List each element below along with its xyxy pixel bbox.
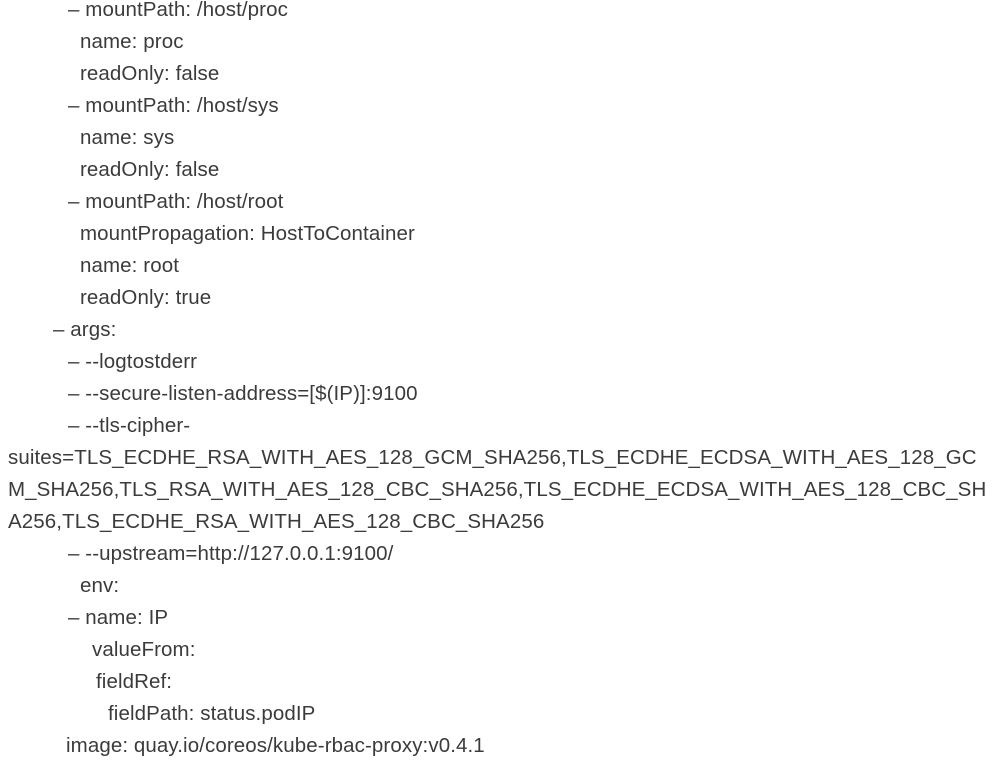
yaml-indent — [8, 570, 80, 602]
yaml-line: fieldRef: — [0, 666, 992, 698]
yaml-indent — [8, 0, 68, 26]
yaml-line-text: readOnly: true — [80, 286, 212, 309]
yaml-line-text: fieldRef: — [96, 670, 173, 693]
yaml-line: – mountPath: /host/sys — [0, 90, 992, 122]
yaml-line-text: --logtostderr — [85, 350, 198, 373]
yaml-line-text: name: sys — [80, 126, 175, 149]
yaml-indent — [8, 346, 68, 378]
yaml-sequence-dash-icon: – — [68, 190, 86, 213]
yaml-indent — [8, 154, 80, 186]
yaml-line: readOnly: false — [0, 154, 992, 186]
yaml-indent — [8, 314, 53, 346]
yaml-line: – args: — [0, 314, 992, 346]
yaml-document: – mountPath: /host/proc name: proc readO… — [0, 0, 992, 762]
yaml-line: name: root — [0, 250, 992, 282]
yaml-indent — [8, 378, 68, 410]
yaml-line: – --logtostderr — [0, 346, 992, 378]
yaml-indent — [8, 218, 80, 250]
yaml-indent — [8, 58, 80, 90]
yaml-indent — [8, 634, 92, 666]
yaml-line-text: name: root — [80, 254, 179, 277]
yaml-sequence-dash-icon: – — [53, 318, 71, 341]
yaml-indent — [8, 602, 68, 634]
yaml-indent — [8, 250, 80, 282]
yaml-line: – --tls-cipher-suites=TLS_ECDHE_RSA_WITH… — [0, 410, 992, 538]
yaml-line: fieldPath: status.podIP — [0, 698, 992, 730]
yaml-line: readOnly: true — [0, 282, 992, 314]
yaml-line-text: --secure-listen-address=[$(IP)]:9100 — [85, 382, 418, 405]
yaml-line-text: name: proc — [80, 30, 184, 53]
yaml-line: readOnly: false — [0, 58, 992, 90]
yaml-line-text: --tls-cipher-suites=TLS_ECDHE_RSA_WITH_A… — [8, 414, 987, 533]
yaml-sequence-dash-icon: – — [68, 414, 86, 437]
yaml-line-text: image: quay.io/coreos/kube-rbac-proxy:v0… — [66, 734, 485, 757]
yaml-line-text: readOnly: false — [80, 158, 220, 181]
yaml-line: env: — [0, 570, 992, 602]
yaml-sequence-dash-icon: – — [68, 542, 86, 565]
yaml-line-text: --upstream=http://127.0.0.1:9100/ — [85, 542, 394, 565]
yaml-line: mountPropagation: HostToContainer — [0, 218, 992, 250]
yaml-indent — [8, 90, 68, 122]
yaml-line: name: sys — [0, 122, 992, 154]
yaml-line: – mountPath: /host/root — [0, 186, 992, 218]
yaml-line-text: readOnly: false — [80, 62, 220, 85]
yaml-line: name: proc — [0, 26, 992, 58]
yaml-line-text: valueFrom: — [92, 638, 196, 661]
yaml-line-text: name: IP — [85, 606, 169, 629]
yaml-indent — [8, 666, 96, 698]
yaml-indent — [8, 26, 80, 58]
yaml-sequence-dash-icon: – — [68, 382, 86, 405]
yaml-line-text: mountPath: /host/proc — [85, 0, 288, 21]
yaml-line: – --upstream=http://127.0.0.1:9100/ — [0, 538, 992, 570]
yaml-line: – name: IP — [0, 602, 992, 634]
yaml-sequence-dash-icon: – — [68, 94, 86, 117]
yaml-line-text: env: — [80, 574, 120, 597]
yaml-line-text: mountPath: /host/sys — [85, 94, 279, 117]
yaml-sequence-dash-icon: – — [68, 0, 86, 21]
yaml-indent — [8, 410, 68, 442]
yaml-line: – --secure-listen-address=[$(IP)]:9100 — [0, 378, 992, 410]
yaml-line: image: quay.io/coreos/kube-rbac-proxy:v0… — [0, 730, 992, 762]
yaml-indent — [8, 282, 80, 314]
yaml-indent — [8, 730, 66, 762]
yaml-line-text: mountPath: /host/root — [85, 190, 284, 213]
yaml-sequence-dash-icon: – — [68, 350, 86, 373]
yaml-indent — [8, 698, 108, 730]
yaml-indent — [8, 538, 68, 570]
yaml-line: valueFrom: — [0, 634, 992, 666]
yaml-line: – mountPath: /host/proc — [0, 0, 992, 26]
yaml-line-text: args: — [70, 318, 117, 341]
yaml-line-text: mountPropagation: HostToContainer — [80, 222, 415, 245]
yaml-line-text: fieldPath: status.podIP — [108, 702, 316, 725]
yaml-indent — [8, 186, 68, 218]
yaml-indent — [8, 122, 80, 154]
yaml-sequence-dash-icon: – — [68, 606, 86, 629]
